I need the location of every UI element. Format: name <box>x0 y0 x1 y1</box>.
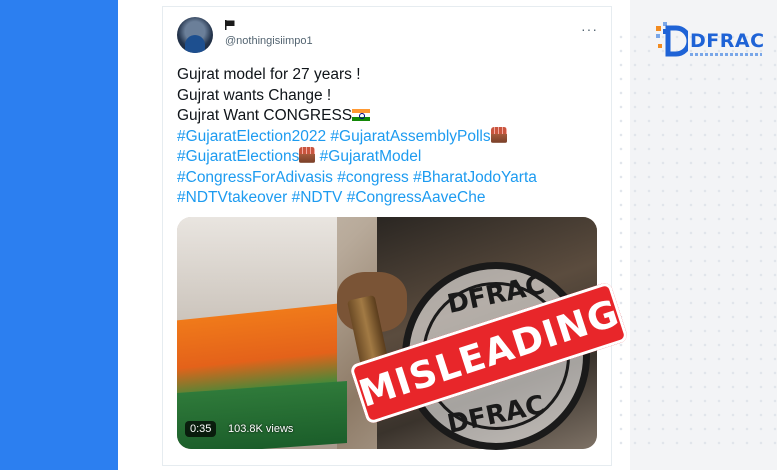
hashtag-line-2: #GujaratElections #GujaratModel <box>177 147 597 168</box>
hashtag-line-4: #NDTVtakeover #NDTV #CongressAaveChe <box>177 188 597 209</box>
tweet-line-3: Gujrat Want CONGRESS <box>177 106 597 127</box>
hashtag-link[interactable]: #GujaratModel <box>320 148 422 165</box>
raised-fist-icon <box>490 126 507 143</box>
hashtag-link[interactable]: #NDTVtakeover <box>177 189 287 206</box>
hashtag-link[interactable]: #BharatJodoYarta <box>413 169 537 186</box>
hashtag-link[interactable]: #NDTV <box>292 189 343 206</box>
user-handle[interactable]: @nothingisiimpo1 <box>225 35 313 47</box>
raised-fist-icon <box>299 147 316 163</box>
more-options-icon[interactable]: ··· <box>581 21 598 37</box>
hashtag-link[interactable]: #GujaratAssemblyPolls <box>330 128 490 145</box>
tweet-line-3-text: Gujrat Want CONGRESS <box>177 107 353 124</box>
video-views: 103.8K views <box>228 423 294 435</box>
hashtag-link[interactable]: #congress <box>337 169 409 186</box>
tweet-line-1: Gujrat model for 27 years ! <box>177 66 361 83</box>
hashtag-link[interactable]: #GujaratElections <box>177 148 299 165</box>
hashtag-link[interactable]: #CongressForAdivasis <box>177 169 333 186</box>
dfrac-logo-text: DFRAC <box>690 30 765 52</box>
india-flag-icon <box>352 109 371 121</box>
dfrac-logo: DFRAC <box>654 20 764 64</box>
avatar[interactable] <box>177 17 213 53</box>
video-scene-green-scarf <box>177 381 347 449</box>
dfrac-logo-subtitle <box>690 53 762 56</box>
dfrac-logo-icon <box>656 22 692 57</box>
hashtag-line-1: #GujaratElection2022 #GujaratAssemblyPol… <box>177 126 597 148</box>
tweet-line-2: Gujrat wants Change ! <box>177 86 332 104</box>
black-flag-icon <box>225 20 235 30</box>
hashtag-line-3: #CongressForAdivasis #congress #BharatJo… <box>177 168 597 189</box>
dot-pattern-decoration <box>600 30 777 450</box>
video-duration: 0:35 <box>185 421 217 437</box>
tweet-text: Gujrat model for 27 years ! Gujrat wants… <box>177 65 597 209</box>
left-blue-band <box>0 0 118 470</box>
hashtag-link[interactable]: #GujaratElection2022 <box>177 128 326 145</box>
hashtag-link[interactable]: #CongressAaveChe <box>347 189 486 206</box>
